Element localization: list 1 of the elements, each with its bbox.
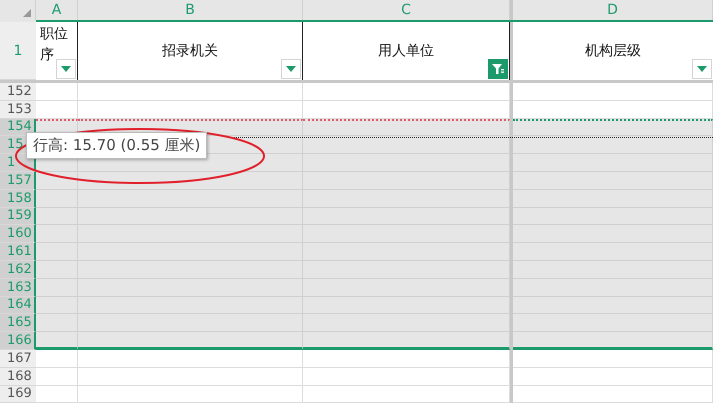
row-height-tooltip: 行高: 15.70 (0.55 厘米) xyxy=(26,132,208,159)
